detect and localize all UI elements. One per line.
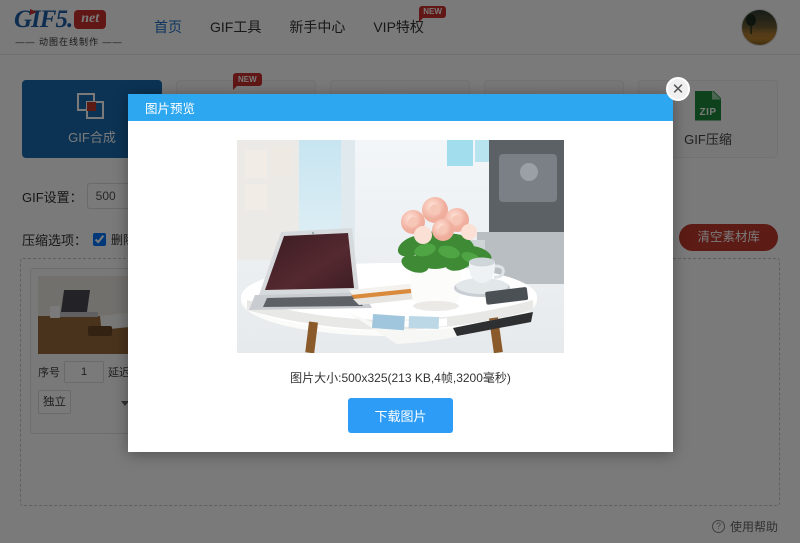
modal-header: 图片预览 bbox=[128, 94, 673, 121]
preview-image-content bbox=[237, 140, 564, 353]
page-root: GIF5. net —— 动图在线制作 —— 首页 GIF工具 新手中心 VIP… bbox=[0, 0, 800, 543]
image-preview-modal: ✕ 图片预览 图片大小:500x325(213 KB,4帧,3200毫秒) 下载… bbox=[128, 77, 690, 452]
modal-title: 图片预览 bbox=[145, 102, 196, 116]
preview-image bbox=[237, 140, 564, 353]
download-image-button[interactable]: 下载图片 bbox=[348, 398, 453, 433]
close-icon[interactable]: ✕ bbox=[666, 77, 690, 101]
modal-body: 图片大小:500x325(213 KB,4帧,3200毫秒) 下载图片 bbox=[128, 121, 673, 433]
preview-info-text: 图片大小:500x325(213 KB,4帧,3200毫秒) bbox=[290, 371, 511, 385]
